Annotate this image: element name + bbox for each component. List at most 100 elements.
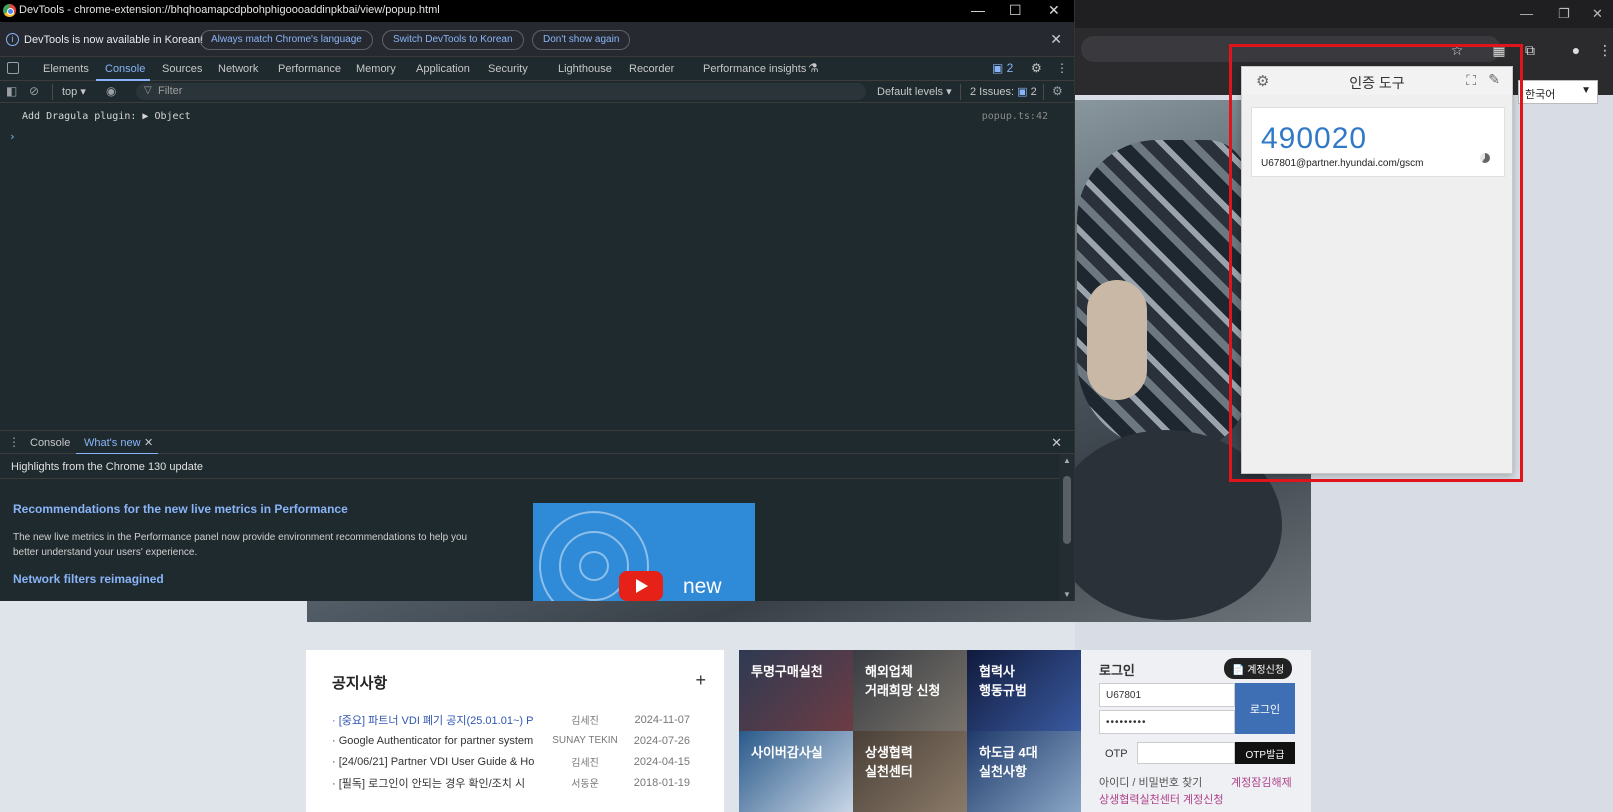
- clear-console-icon[interactable]: ⊘: [29, 84, 39, 98]
- log-source-link[interactable]: popup.ts:42: [982, 111, 1048, 122]
- notice-title: 공지사항: [332, 675, 388, 692]
- close-icon[interactable]: ✕: [1048, 2, 1060, 19]
- scroll-up-icon[interactable]: ▲: [1063, 456, 1071, 465]
- console-filter-input[interactable]: ▽ Filter: [136, 83, 866, 100]
- whats-new-video-thumbnail[interactable]: new: [533, 503, 755, 601]
- tile-cyber-audit[interactable]: 사이버감사실: [739, 731, 853, 812]
- tile-subcontract-practices[interactable]: 하도급 4대 실천사항: [967, 731, 1081, 812]
- notice-row-title[interactable]: · [중요] 파트너 VDI 폐기 공지(25.01.01~) P: [332, 712, 550, 728]
- sidebar-toggle-icon[interactable]: ◧: [6, 84, 17, 98]
- scrollbar[interactable]: ▲ ▼: [1059, 454, 1074, 601]
- flask-icon: ⚗: [808, 61, 819, 75]
- notice-row[interactable]: · [중요] 파트너 VDI 폐기 공지(25.01.01~) P 김세진 20…: [332, 709, 698, 730]
- console-settings-icon[interactable]: ⚙: [1052, 84, 1063, 98]
- drawer-tab-whats-new[interactable]: What's new: [84, 437, 141, 449]
- notice-panel: 공지사항 + · [중요] 파트너 VDI 폐기 공지(25.01.01~) P…: [306, 650, 724, 812]
- notice-row-title[interactable]: · [필독] 로그인이 안되는 경우 확인/조치 시: [332, 775, 550, 791]
- chrome-logo-icon: [3, 4, 16, 17]
- issues-count: 2: [1030, 86, 1037, 98]
- tab-console[interactable]: Console: [105, 63, 145, 75]
- switch-korean-button[interactable]: Switch DevTools to Korean: [382, 30, 524, 50]
- divider: [960, 84, 961, 100]
- tile-code-of-conduct[interactable]: 협력사 행동규범: [967, 650, 1081, 731]
- tab-security[interactable]: Security: [488, 63, 528, 75]
- video-label: new: [683, 575, 722, 598]
- account-request-button[interactable]: 📄 계정신청: [1224, 658, 1293, 679]
- issue-icon: ▣: [1017, 86, 1028, 98]
- tab-sources[interactable]: Sources: [162, 63, 202, 75]
- tile-overseas-vendor[interactable]: 해외업체 거래희망 신청: [853, 650, 967, 731]
- infobar-message: DevTools is now available in Korean!: [24, 34, 204, 46]
- whats-new-heading-live-metrics[interactable]: Recommendations for the new live metrics…: [13, 502, 348, 516]
- match-language-button[interactable]: Always match Chrome's language: [200, 30, 373, 50]
- tile-transparent-purchase[interactable]: 투명구매실천: [739, 650, 853, 731]
- user-id-field[interactable]: U67801: [1099, 683, 1235, 707]
- close-icon[interactable]: ✕: [1592, 6, 1603, 22]
- eye-icon[interactable]: ◉: [106, 84, 116, 98]
- whats-new-highlights: Highlights from the Chrome 130 update: [11, 461, 203, 473]
- whats-new-heading-network-filters[interactable]: Network filters reimagined: [13, 572, 164, 586]
- minimize-icon[interactable]: —: [971, 2, 985, 18]
- minimize-icon[interactable]: —: [1520, 6, 1533, 21]
- tab-lighthouse[interactable]: Lighthouse: [558, 63, 612, 75]
- notice-row-date: 2018-01-19: [633, 776, 690, 789]
- tab-performance-insights[interactable]: Performance insights: [703, 63, 806, 75]
- extensions-icon[interactable]: ⧉: [1520, 40, 1540, 60]
- notice-row-date: 2024-11-07: [634, 713, 690, 726]
- message-count: 2: [1006, 61, 1014, 75]
- password-field[interactable]: •••••••••: [1099, 710, 1235, 734]
- red-highlight-box: [1229, 44, 1523, 482]
- notice-row[interactable]: · [24/06/21] Partner VDI User Guide & Ho…: [332, 751, 698, 772]
- message-icon[interactable]: ▣ 2: [992, 61, 1013, 75]
- tab-network[interactable]: Network: [218, 63, 258, 75]
- more-menu-icon[interactable]: ⋮: [1056, 61, 1068, 75]
- coop-account-request-link[interactable]: 상생협력실천센터 계정신청: [1099, 791, 1224, 807]
- log-levels-select[interactable]: Default levels ▾: [877, 85, 952, 98]
- play-button-icon[interactable]: [619, 571, 663, 601]
- close-tab-icon[interactable]: ✕: [144, 436, 153, 449]
- otp-field[interactable]: [1137, 742, 1235, 764]
- language-select[interactable]: 한국어 ▼: [1518, 80, 1598, 104]
- find-id-password-link[interactable]: 아이디 / 비밀번호 찾기: [1099, 774, 1202, 790]
- login-button[interactable]: 로그인: [1235, 683, 1295, 734]
- menu-icon[interactable]: ⋮: [1595, 40, 1613, 60]
- scroll-down-icon[interactable]: ▼: [1063, 590, 1071, 599]
- devtools-window-title: DevTools - chrome-extension://bhqhoamapc…: [19, 4, 440, 16]
- divider: [52, 84, 53, 100]
- tab-recorder[interactable]: Recorder: [629, 63, 674, 75]
- tab-performance[interactable]: Performance: [278, 63, 341, 75]
- restore-icon[interactable]: ❐: [1558, 6, 1570, 22]
- drawer-menu-icon[interactable]: ⋮: [8, 435, 20, 449]
- close-drawer-icon[interactable]: ✕: [1051, 435, 1062, 451]
- console-prompt[interactable]: ›: [9, 130, 16, 143]
- tile-cooperation-center[interactable]: 상생협력 실천센터: [853, 731, 967, 812]
- decorative-circle: [579, 551, 609, 581]
- issues-label: 2 Issues:: [970, 86, 1015, 98]
- notice-row[interactable]: · Google Authenticator for partner syste…: [332, 730, 698, 751]
- issues-button[interactable]: 2 Issues: ▣ 2: [970, 85, 1037, 98]
- notice-row-author: 서동운: [571, 779, 599, 790]
- inspect-element-icon[interactable]: [7, 62, 19, 74]
- close-icon[interactable]: ✕: [1050, 31, 1062, 48]
- drawer-tab-console[interactable]: Console: [30, 437, 70, 449]
- settings-gear-icon[interactable]: ⚙: [1031, 61, 1042, 75]
- tab-elements[interactable]: Elements: [43, 63, 89, 75]
- otp-label: OTP: [1105, 748, 1128, 760]
- tab-memory[interactable]: Memory: [356, 63, 396, 75]
- profile-avatar[interactable]: ●: [1566, 40, 1586, 60]
- divider: [1043, 84, 1044, 100]
- account-unlock-link[interactable]: 계정잠김해제: [1231, 774, 1292, 790]
- context-select[interactable]: top ▾: [62, 85, 86, 98]
- maximize-icon[interactable]: ☐: [1009, 2, 1022, 19]
- log-object[interactable]: ▶ Object: [142, 111, 190, 122]
- notice-row-title[interactable]: · [24/06/21] Partner VDI User Guide & Ho: [332, 756, 550, 768]
- notice-row-title[interactable]: · Google Authenticator for partner syste…: [332, 735, 550, 747]
- devtools-window: DevTools - chrome-extension://bhqhoamapc…: [0, 0, 1075, 601]
- scrollbar-thumb[interactable]: [1063, 476, 1071, 544]
- otp-issue-button[interactable]: OTP발급: [1235, 742, 1295, 764]
- notice-row[interactable]: · [필독] 로그인이 안되는 경우 확인/조치 시 서동운 2018-01-1…: [332, 772, 698, 793]
- tab-application[interactable]: Application: [416, 63, 470, 75]
- notice-more-button[interactable]: +: [695, 670, 706, 691]
- console-output: Add Dragula plugin: ▶ Object popup.ts:42…: [0, 103, 1074, 430]
- dont-show-again-button[interactable]: Don't show again: [532, 30, 631, 50]
